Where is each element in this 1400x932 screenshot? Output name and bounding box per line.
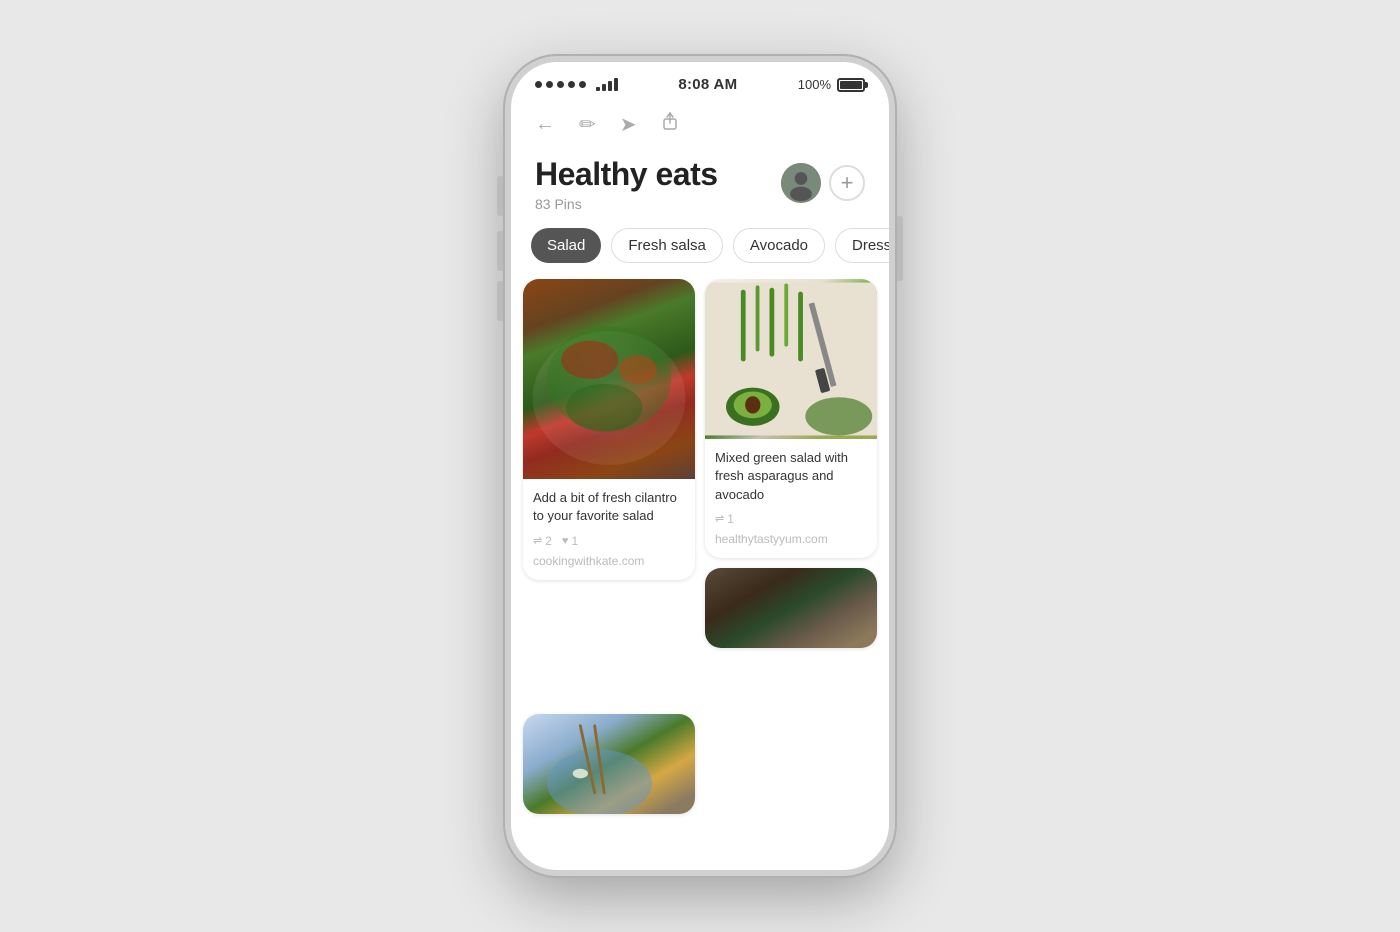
repin-icon-2: ⇌: [715, 512, 724, 525]
pin-repin-count-asparagus: ⇌ 1: [715, 512, 734, 526]
filter-tabs: Salad Fresh salsa Avocado Dressing D: [511, 228, 889, 279]
add-collaborator-button[interactable]: +: [829, 165, 865, 201]
signal-dot-2: [546, 81, 553, 88]
pin-image-asparagus: [705, 279, 877, 439]
pin-meta-asparagus: ⇌ 1: [715, 512, 867, 526]
pin-image-cilantro: [523, 279, 695, 479]
battery-percentage: 100%: [798, 77, 831, 92]
pin-card-asian[interactable]: [523, 714, 695, 814]
repin-number-2: 1: [727, 512, 734, 526]
pin-desc-asparagus: Mixed green salad with fresh asparagus a…: [715, 449, 867, 504]
pin-card-asparagus[interactable]: Mixed green salad with fresh asparagus a…: [705, 279, 877, 558]
pin-grid: Add a bit of fresh cilantro to your favo…: [511, 279, 889, 870]
pin-like-count-cilantro: ♥ 1: [562, 534, 578, 548]
status-bar: 8:08 AM 100%: [511, 62, 889, 101]
pin-image-asian: [523, 714, 695, 814]
board-title: Healthy eats: [535, 157, 718, 192]
status-time: 8:08 AM: [678, 76, 737, 93]
signal-area: [535, 78, 618, 91]
board-pin-count: 83 Pins: [535, 196, 718, 212]
pin-desc-cilantro: Add a bit of fresh cilantro to your favo…: [533, 489, 685, 525]
filter-tab-fresh-salsa[interactable]: Fresh salsa: [611, 228, 723, 263]
avatar[interactable]: [779, 161, 823, 205]
nav-bar: ← ✏ ➤: [511, 101, 889, 149]
battery-area: 100%: [798, 77, 865, 92]
pin-source-cilantro: cookingwithkate.com: [533, 554, 685, 568]
battery-fill: [840, 81, 862, 89]
pin-image-dark: [705, 568, 877, 648]
pin-source-asparagus: healthytastyyum.com: [715, 532, 867, 546]
repin-number: 2: [545, 534, 552, 548]
send-button[interactable]: ➤: [620, 112, 637, 137]
repin-icon: ⇌: [533, 534, 542, 547]
edit-button[interactable]: ✏: [579, 112, 596, 137]
phone-screen: 8:08 AM 100% ← ✏ ➤: [511, 62, 889, 870]
pin-content-asparagus: Mixed green salad with fresh asparagus a…: [705, 439, 877, 558]
signal-dot-5: [579, 81, 586, 88]
wifi-icon: [596, 78, 618, 91]
filter-tab-salad[interactable]: Salad: [531, 228, 601, 263]
filter-tab-avocado[interactable]: Avocado: [733, 228, 825, 263]
back-button[interactable]: ←: [535, 113, 555, 136]
battery-icon: [837, 78, 865, 92]
phone-frame: 8:08 AM 100% ← ✏ ➤: [505, 56, 895, 876]
share-button[interactable]: [661, 111, 679, 137]
signal-dot-1: [535, 81, 542, 88]
right-column: Mixed green salad with fresh asparagus a…: [705, 279, 877, 704]
pin-repin-count-cilantro: ⇌ 2: [533, 534, 552, 548]
board-info: Healthy eats 83 Pins: [535, 157, 718, 212]
pin-content-cilantro: Add a bit of fresh cilantro to your favo…: [523, 479, 695, 579]
pin-card-cilantro[interactable]: Add a bit of fresh cilantro to your favo…: [523, 279, 695, 579]
board-header: Healthy eats 83 Pins +: [511, 149, 889, 228]
avatar-image: [781, 163, 821, 203]
board-actions: +: [779, 161, 865, 205]
signal-dot-4: [568, 81, 575, 88]
pin-meta-cilantro: ⇌ 2 ♥ 1: [533, 534, 685, 548]
signal-dot-3: [557, 81, 564, 88]
pin-card-dark[interactable]: [705, 568, 877, 648]
filter-tab-dressing[interactable]: Dressing: [835, 228, 889, 263]
like-number: 1: [571, 534, 578, 548]
like-icon: ♥: [562, 535, 569, 547]
